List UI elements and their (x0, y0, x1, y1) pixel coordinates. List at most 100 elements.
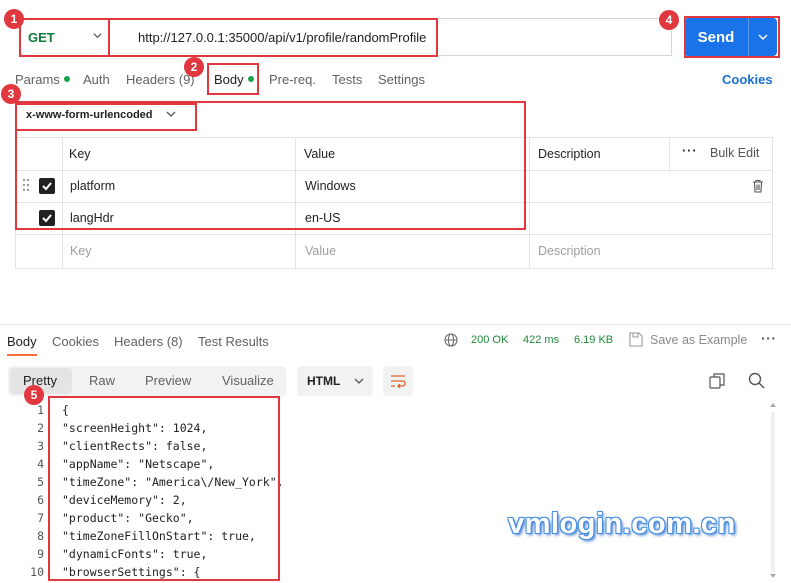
scroll-down-icon[interactable] (769, 573, 777, 579)
tab-params[interactable]: Params (15, 72, 70, 87)
new-value-input[interactable]: Value (305, 244, 336, 258)
view-tab-visualize[interactable]: Visualize (222, 373, 274, 388)
tab-body[interactable]: Body (214, 72, 254, 87)
table-row-divider (15, 202, 773, 203)
line-number: 2 (37, 421, 44, 435)
column-header-description: Description (538, 147, 601, 161)
response-time[interactable]: 422 ms (523, 334, 559, 346)
code-line[interactable]: "deviceMemory": 2, (62, 493, 187, 507)
view-tab-raw[interactable]: Raw (89, 373, 115, 388)
params-dot-icon (63, 76, 70, 82)
bulk-edit-button[interactable]: Bulk Edit (710, 146, 759, 160)
table-row-divider (15, 170, 773, 171)
url-text: http://127.0.0.1:35000/api/v1/profile/ra… (138, 29, 427, 45)
send-button[interactable]: Send (684, 18, 777, 56)
search-icon[interactable] (748, 372, 765, 389)
code-line[interactable]: { (62, 403, 69, 417)
table-border-top (15, 137, 773, 138)
trash-icon[interactable] (752, 179, 764, 193)
new-description-input[interactable]: Description (538, 244, 601, 258)
active-tab-underline (212, 93, 250, 95)
tab-auth[interactable]: Auth (83, 72, 110, 87)
annotation-badge: 5 (24, 385, 44, 405)
line-number: 1 (37, 403, 44, 417)
response-tab-body[interactable]: Body (7, 334, 37, 349)
code-line[interactable]: "appName": "Netscape", (62, 457, 214, 471)
response-active-underline (7, 354, 37, 356)
chevron-down-icon (354, 378, 364, 384)
code-line[interactable]: "product": "Gecko", (62, 511, 194, 525)
line-number: 8 (37, 529, 44, 543)
code-line[interactable]: "timeZone": "America\/New_York", (62, 475, 284, 489)
annotation-badge: 3 (1, 84, 21, 104)
pane-divider[interactable] (0, 324, 791, 325)
tab-tests[interactable]: Tests (332, 72, 362, 87)
row-key[interactable]: platform (70, 179, 115, 193)
table-row-divider (15, 234, 773, 235)
line-number: 5 (37, 475, 44, 489)
globe-icon[interactable] (444, 333, 458, 347)
chevron-down-icon (758, 34, 768, 40)
table-border-bottom (15, 268, 773, 269)
save-icon (629, 332, 643, 347)
annotation-badge: 2 (184, 57, 204, 77)
method-select[interactable]: GET (19, 18, 109, 56)
tab-headers[interactable]: Headers (9) (126, 72, 195, 87)
row-checkbox[interactable] (39, 178, 55, 194)
format-label: HTML (307, 374, 341, 388)
code-line[interactable]: "dynamicFonts": true, (62, 547, 207, 561)
checkmark-icon (42, 214, 52, 223)
send-label: Send (697, 28, 735, 46)
response-tab-headers[interactable]: Headers (8) (114, 334, 183, 349)
line-number: 10 (30, 565, 44, 579)
send-dropdown[interactable] (749, 32, 777, 42)
format-select[interactable]: HTML (297, 366, 373, 396)
table-border-left (15, 137, 16, 268)
code-line[interactable]: "clientRects": false, (62, 439, 207, 453)
status-code[interactable]: 200 OK (471, 334, 508, 346)
method-label: GET (28, 29, 55, 45)
drag-handle-icon[interactable] (22, 178, 30, 192)
row-value[interactable]: Windows (305, 179, 356, 193)
code-line[interactable]: "screenHeight": 1024, (62, 421, 207, 435)
scrollbar-track[interactable] (771, 412, 775, 572)
line-number: 6 (37, 493, 44, 507)
line-number: 7 (37, 511, 44, 525)
line-number: 9 (37, 547, 44, 561)
row-key[interactable]: langHdr (70, 211, 114, 225)
chevron-down-icon (166, 111, 176, 117)
row-value[interactable]: en-US (305, 211, 340, 225)
watermark: vmlogin.com.cn (508, 508, 736, 540)
cookies-link[interactable]: Cookies (722, 72, 773, 87)
tab-settings[interactable]: Settings (378, 72, 425, 87)
table-col-divider (669, 137, 670, 170)
column-header-key: Key (69, 147, 91, 161)
line-number: 4 (37, 457, 44, 471)
response-tab-test-results[interactable]: Test Results (198, 334, 269, 349)
table-col-divider (529, 137, 530, 268)
body-dot-icon (247, 76, 254, 82)
url-input[interactable]: http://127.0.0.1:35000/api/v1/profile/ra… (108, 18, 672, 56)
wrap-lines-button[interactable] (383, 366, 413, 396)
table-col-divider (62, 137, 63, 268)
response-size[interactable]: 6.19 KB (574, 334, 613, 346)
more-options-icon[interactable]: ··· (761, 330, 777, 346)
more-options-icon[interactable]: ··· (682, 144, 698, 158)
body-type-select[interactable]: x-www-form-urlencoded (26, 109, 176, 121)
code-line[interactable]: "timeZoneFillOnStart": true, (62, 529, 256, 543)
table-col-divider (295, 137, 296, 268)
tab-body-label: Body (214, 72, 244, 87)
wrap-lines-icon (391, 375, 406, 388)
tab-params-label: Params (15, 72, 60, 87)
response-tab-cookies[interactable]: Cookies (52, 334, 99, 349)
tab-pre-request[interactable]: Pre-req. (269, 72, 316, 87)
view-tab-preview[interactable]: Preview (145, 373, 191, 388)
new-key-input[interactable]: Key (70, 244, 92, 258)
save-as-example-button[interactable]: Save as Example (650, 333, 747, 347)
copy-icon[interactable] (709, 373, 725, 389)
row-checkbox[interactable] (39, 210, 55, 226)
scroll-up-icon[interactable] (769, 402, 777, 408)
annotation-badge: 4 (659, 10, 679, 30)
code-line[interactable]: "browserSettings": { (62, 565, 200, 579)
body-type-label: x-www-form-urlencoded (26, 109, 153, 121)
